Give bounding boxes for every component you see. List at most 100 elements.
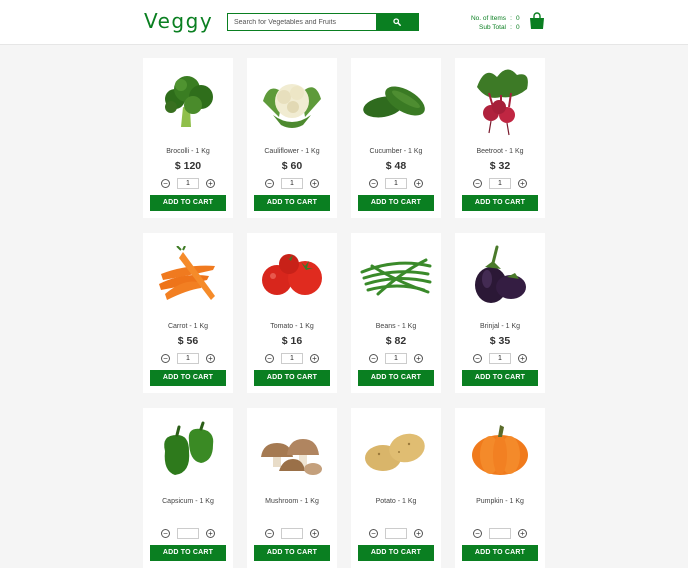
product-image	[153, 414, 223, 492]
product-price: $ 16	[281, 335, 303, 347]
capsicum-icon	[155, 421, 221, 486]
tomato-icon	[257, 250, 327, 307]
increment-button[interactable]: +	[206, 354, 215, 363]
add-to-cart-button[interactable]: ADD TO CART	[254, 545, 330, 561]
quantity-stepper: −+	[369, 528, 423, 539]
product-price: $ 35	[489, 335, 511, 347]
quantity-stepper: −+	[161, 528, 215, 539]
increment-button[interactable]: +	[414, 529, 423, 538]
product-image	[465, 239, 535, 317]
decrement-button[interactable]: −	[265, 179, 274, 188]
product-card: Cucumber - 1 Kg$ 48−+ADD TO CART	[351, 58, 441, 218]
decrement-button[interactable]: −	[369, 179, 378, 188]
cucumber-icon	[361, 75, 431, 132]
add-to-cart-button[interactable]: ADD TO CART	[358, 370, 434, 386]
product-image	[153, 64, 223, 142]
decrement-button[interactable]: −	[161, 179, 170, 188]
decrement-button[interactable]: −	[369, 354, 378, 363]
search-icon	[393, 18, 401, 26]
add-to-cart-button[interactable]: ADD TO CART	[150, 370, 226, 386]
product-name: Beetroot - 1 Kg	[476, 148, 524, 155]
product-card: Carrot - 1 Kg$ 56−+ADD TO CART	[143, 233, 233, 393]
increment-button[interactable]: +	[518, 354, 527, 363]
potato-icon	[361, 424, 431, 483]
add-to-cart-button[interactable]: ADD TO CART	[462, 370, 538, 386]
product-card: Beetroot - 1 Kg $ 32− + ADD TO CART	[455, 58, 545, 218]
search-input[interactable]	[234, 14, 370, 30]
cart-summary: No. of Items : 0 Sub Total : 0	[460, 14, 522, 32]
quantity-input[interactable]	[489, 528, 511, 539]
site-header: Veggy No. of Items : 0 Sub Total : 0	[0, 0, 688, 45]
quantity-input[interactable]	[385, 178, 407, 189]
add-to-cart-button[interactable]: ADD TO CART	[254, 195, 330, 211]
product-price: $ 120	[174, 160, 202, 172]
increment-button[interactable]: +	[414, 179, 423, 188]
decrement-button[interactable]: −	[473, 354, 482, 363]
brinjal-icon	[467, 243, 533, 314]
quantity-stepper: −+	[265, 178, 319, 189]
increment-button[interactable]: +	[310, 529, 319, 538]
decrement-button[interactable]: −	[161, 354, 170, 363]
add-to-cart-button[interactable]: ADD TO CART	[462, 545, 538, 561]
product-price: $ 56	[177, 335, 199, 347]
decrement-button[interactable]: −	[369, 529, 378, 538]
subtotal-label: Sub Total	[479, 24, 506, 31]
product-name: Pumpkin - 1 Kg	[476, 498, 524, 505]
quantity-input[interactable]	[177, 353, 199, 364]
product-name: Tomato - 1 Kg	[270, 323, 314, 330]
quantity-input[interactable]	[281, 353, 303, 364]
increment-button[interactable]: +	[310, 179, 319, 188]
cart-button[interactable]	[529, 12, 545, 35]
add-to-cart-button[interactable]: ADD TO CART	[358, 195, 434, 211]
quantity-input[interactable]	[385, 528, 407, 539]
product-card: Pumpkin - 1 Kg − + ADD TO CART	[455, 408, 545, 568]
separator: :	[510, 15, 512, 22]
decrement-button[interactable]: −	[265, 529, 274, 538]
quantity-input[interactable]	[177, 528, 199, 539]
decrement-button[interactable]: −	[473, 529, 482, 538]
quantity-stepper: −+	[265, 353, 319, 364]
add-to-cart-button[interactable]: ADD TO CART	[254, 370, 330, 386]
product-image	[257, 239, 327, 317]
add-to-cart-button[interactable]: ADD TO CART	[150, 545, 226, 561]
brand-logo[interactable]: Veggy	[144, 9, 213, 33]
quantity-input[interactable]	[281, 528, 303, 539]
product-price: $ 32	[489, 160, 511, 172]
add-to-cart-button[interactable]: ADD TO CART	[462, 195, 538, 211]
product-name: Cucumber - 1 Kg	[369, 148, 423, 155]
product-name: Beans - 1 Kg	[375, 323, 417, 330]
cauliflower-icon	[259, 71, 325, 136]
search-bar	[227, 13, 419, 31]
product-card: Mushroom - 1 Kg − + ADD TO CART	[247, 408, 337, 568]
beans-icon	[358, 252, 434, 305]
product-card: Tomato - 1 Kg$ 16−+ADD TO CART	[247, 233, 337, 393]
add-to-cart-button[interactable]: ADD TO CART	[358, 545, 434, 561]
increment-button[interactable]: +	[206, 529, 215, 538]
product-image	[361, 64, 431, 142]
search-button[interactable]	[376, 14, 418, 30]
product-name: Carrot - 1 Kg	[167, 323, 209, 330]
increment-button[interactable]: +	[414, 354, 423, 363]
items-count-value: 0	[516, 15, 520, 22]
add-to-cart-button[interactable]: ADD TO CART	[150, 195, 226, 211]
quantity-input[interactable]	[489, 178, 511, 189]
product-image	[257, 64, 327, 142]
decrement-button[interactable]: −	[473, 179, 482, 188]
quantity-stepper: −+	[369, 178, 423, 189]
increment-button[interactable]: +	[310, 354, 319, 363]
quantity-input[interactable]	[281, 178, 303, 189]
product-image	[361, 414, 431, 492]
product-image	[257, 414, 327, 492]
mushroom-icon	[257, 425, 327, 482]
quantity-input[interactable]	[385, 353, 407, 364]
increment-button[interactable]: +	[518, 529, 527, 538]
increment-button[interactable]: +	[518, 179, 527, 188]
product-card: Potato - 1 Kg − + ADD TO CART	[351, 408, 441, 568]
decrement-button[interactable]: −	[161, 529, 170, 538]
increment-button[interactable]: +	[206, 179, 215, 188]
product-name: Capsicum - 1 Kg	[162, 498, 214, 505]
quantity-stepper: −+	[161, 353, 215, 364]
quantity-input[interactable]	[177, 178, 199, 189]
quantity-input[interactable]	[489, 353, 511, 364]
decrement-button[interactable]: −	[265, 354, 274, 363]
